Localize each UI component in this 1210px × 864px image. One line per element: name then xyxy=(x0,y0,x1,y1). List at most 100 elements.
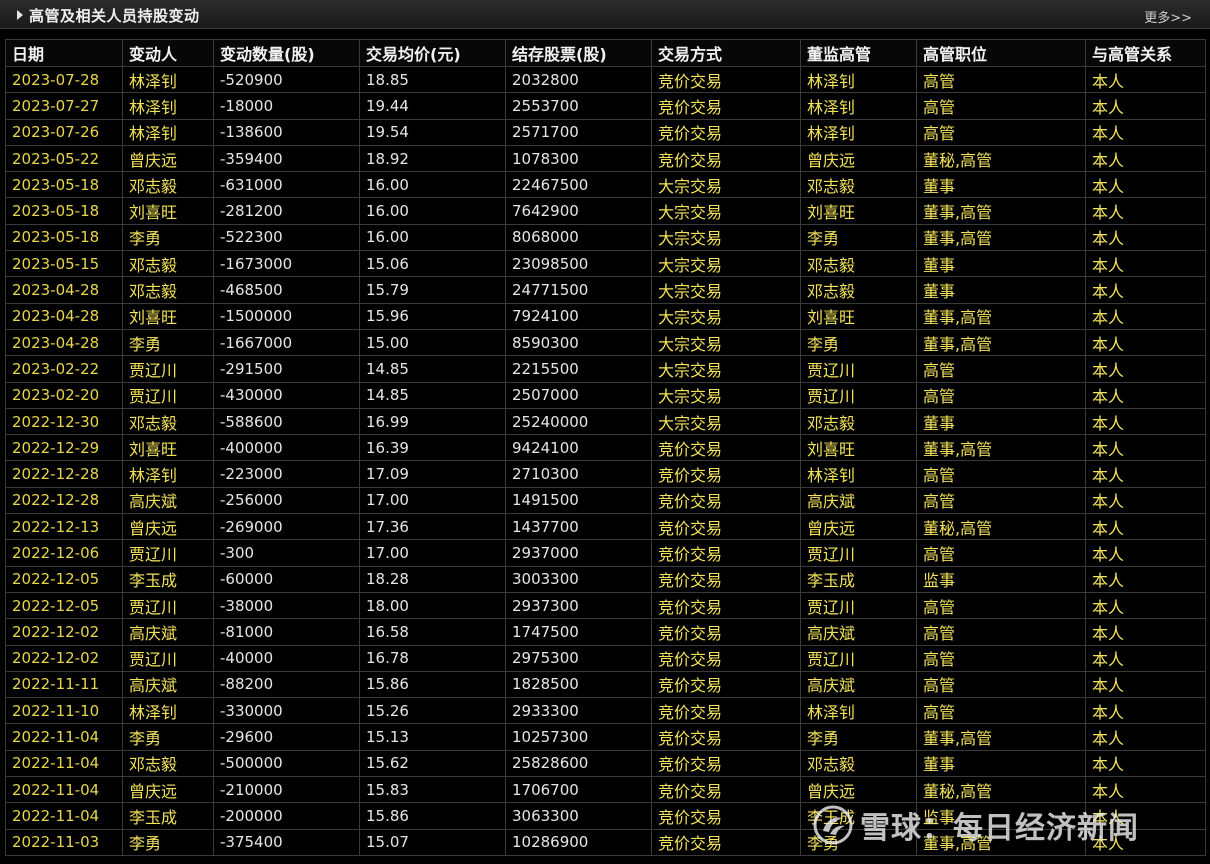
expand-arrow-icon[interactable] xyxy=(17,10,23,20)
cell-executive: 高庆斌 xyxy=(800,670,917,699)
cell-executive: 李勇 xyxy=(800,723,917,751)
cell-relation: 本人 xyxy=(1085,460,1206,488)
cell-trade-method: 竞价交易 xyxy=(651,644,801,672)
col-header-changer[interactable]: 变动人 xyxy=(122,39,214,67)
cell-trade-method: 大宗交易 xyxy=(651,197,801,225)
table-row[interactable]: 2023-07-27 林泽钊 -18000 19.44 2553700 竞价交易 林泽钊 高管… xyxy=(5,92,1206,120)
table-row[interactable]: 2022-12-06 贾辽川 -300 17.00 2937000 竞价交易 贾辽川 高管 本人 xyxy=(5,539,1206,567)
cell-relation: 本人 xyxy=(1085,565,1206,593)
cell-position: 高管 xyxy=(916,460,1086,488)
table-row[interactable]: 2022-11-04 李勇 -29600 15.13 10257300 竞价交易 李勇 董事,… xyxy=(5,723,1206,751)
cell-executive: 邓志毅 xyxy=(800,171,917,199)
table-row[interactable]: 2023-04-28 刘喜旺 -1500000 15.96 7924100 大宗交易 刘喜旺… xyxy=(5,302,1206,330)
table-row[interactable]: 2023-04-28 李勇 -1667000 15.00 8590300 大宗交易 李勇 董事… xyxy=(5,328,1206,357)
cell-position: 董事,高管 xyxy=(916,197,1086,225)
table-row[interactable]: 2023-07-28 林泽钊 -520900 18.85 2032800 竞价交易 林泽钊高… xyxy=(5,65,1206,94)
cell-avg-price: 19.44 xyxy=(359,92,506,120)
cell-date: 2022-11-10 xyxy=(5,697,123,725)
table-row[interactable]: 2022-12-05 贾辽川 -38000 18.00 2937300 竞价交易 贾辽川 高管… xyxy=(5,591,1206,620)
table-row[interactable]: 2023-05-18 刘喜旺 -281200 16.00 7642900 大宗交易 刘喜旺董… xyxy=(5,197,1206,225)
table-row[interactable]: 2022-12-28 高庆斌 -256000 17.00 1491500 竞价交易 高庆斌高… xyxy=(5,486,1206,515)
cell-avg-price: 19.54 xyxy=(359,118,506,146)
cell-avg-price: 15.86 xyxy=(359,802,506,830)
cell-change-qty: -269000 xyxy=(213,513,360,541)
cell-change-qty: -81000 xyxy=(213,618,360,646)
col-header-avg-price[interactable]: 交易均价(元) xyxy=(359,39,506,67)
cell-avg-price: 17.00 xyxy=(359,486,506,515)
cell-avg-price: 15.83 xyxy=(359,776,506,804)
cell-remaining-shares: 2933300 xyxy=(505,697,652,725)
cell-changer: 刘喜旺 xyxy=(122,434,214,462)
cell-avg-price: 16.39 xyxy=(359,434,506,462)
table-row[interactable]: 2023-05-18 李勇 -522300 16.00 8068000 大宗交易 李勇 董事,… xyxy=(5,223,1206,252)
table-row[interactable]: 2023-02-22 贾辽川 -291500 14.85 2215500 大宗交易 贾辽川高… xyxy=(5,355,1206,383)
col-header-change-qty[interactable]: 变动数量(股) xyxy=(213,39,360,67)
cell-trade-method: 大宗交易 xyxy=(651,250,801,278)
cell-change-qty: -631000 xyxy=(213,171,360,199)
table-row[interactable]: 2023-05-22 曾庆远 -359400 18.92 1078300 竞价交易 曾庆远董… xyxy=(5,144,1206,173)
table-row[interactable]: 2022-12-29 刘喜旺 -400000 16.39 9424100 竞价交易 刘喜旺董… xyxy=(5,434,1206,462)
cell-trade-method: 竞价交易 xyxy=(651,591,801,620)
table-row[interactable]: 2022-12-13 曾庆远 -269000 17.36 1437700 竞价交易 曾庆远董… xyxy=(5,513,1206,541)
col-header-remaining-shares[interactable]: 结存股票(股) xyxy=(505,39,652,67)
cell-change-qty: -522300 xyxy=(213,223,360,252)
table-row[interactable]: 2022-11-04 曾庆远 -210000 15.83 1706700 竞价交易 曾庆远董… xyxy=(5,776,1206,804)
cell-relation: 本人 xyxy=(1085,670,1206,699)
cell-remaining-shares: 22467500 xyxy=(505,171,652,199)
table-row[interactable]: 2023-02-20 贾辽川 -430000 14.85 2507000 大宗交易 贾辽川高… xyxy=(5,381,1206,409)
more-link[interactable]: 更多>> xyxy=(1144,7,1192,26)
col-header-executive[interactable]: 董监高管 xyxy=(800,39,917,67)
table-row[interactable]: 2023-07-26 林泽钊 -138600 19.54 2571700 竞价交易 林泽钊高… xyxy=(5,118,1206,146)
cell-changer: 邓志毅 xyxy=(122,250,214,278)
cell-relation: 本人 xyxy=(1085,381,1206,409)
cell-position: 监事 xyxy=(916,565,1086,593)
cell-avg-price: 17.00 xyxy=(359,539,506,567)
cell-remaining-shares: 3003300 xyxy=(505,565,652,593)
cell-changer: 林泽钊 xyxy=(122,118,214,146)
cell-change-qty: -300 xyxy=(213,539,360,567)
cell-trade-method: 大宗交易 xyxy=(651,381,801,409)
col-header-trade-method[interactable]: 交易方式 xyxy=(651,39,801,67)
table-row[interactable]: 2022-11-04 邓志毅 -500000 15.62 25828600 竞价交易 邓志毅… xyxy=(5,749,1206,778)
cell-change-qty: -588600 xyxy=(213,407,360,436)
cell-remaining-shares: 7924100 xyxy=(505,302,652,330)
cell-date: 2023-04-28 xyxy=(5,328,123,357)
cell-executive: 贾辽川 xyxy=(800,644,917,672)
cell-date: 2022-12-28 xyxy=(5,486,123,515)
table-row[interactable]: 2023-05-15 邓志毅 -1673000 15.06 23098500 大宗交易 邓志… xyxy=(5,250,1206,278)
cell-position: 高管 xyxy=(916,92,1086,120)
table-row[interactable]: 2022-12-02 贾辽川 -40000 16.78 2975300 竞价交易 贾辽川 高管… xyxy=(5,644,1206,672)
col-header-relation[interactable]: 与高管关系 xyxy=(1085,39,1206,67)
cell-change-qty: -400000 xyxy=(213,434,360,462)
cell-changer: 李玉成 xyxy=(122,802,214,830)
table-row[interactable]: 2022-11-10 林泽钊 -330000 15.26 2933300 竞价交易 林泽钊高… xyxy=(5,697,1206,725)
col-header-date[interactable]: 日期 xyxy=(5,39,123,67)
cell-date: 2023-05-18 xyxy=(5,197,123,225)
table-row[interactable]: 2022-11-11 高庆斌 -88200 15.86 1828500 竞价交易 高庆斌 高管… xyxy=(5,670,1206,699)
table-row[interactable]: 2022-12-28 林泽钊 -223000 17.09 2710300 竞价交易 林泽钊高… xyxy=(5,460,1206,488)
cell-relation: 本人 xyxy=(1085,723,1206,751)
cell-changer: 林泽钊 xyxy=(122,65,214,94)
cell-position: 董秘,高管 xyxy=(916,776,1086,804)
cell-avg-price: 16.78 xyxy=(359,644,506,672)
table-row[interactable]: 2022-12-02 高庆斌 -81000 16.58 1747500 竞价交易 高庆斌 高管… xyxy=(5,618,1206,646)
cell-executive: 高庆斌 xyxy=(800,618,917,646)
cell-position: 高管 xyxy=(916,539,1086,567)
table-row[interactable]: 2023-04-28 邓志毅 -468500 15.79 24771500 大宗交易 邓志毅… xyxy=(5,276,1206,304)
cell-avg-price: 15.96 xyxy=(359,302,506,330)
cell-remaining-shares: 9424100 xyxy=(505,434,652,462)
cell-changer: 曾庆远 xyxy=(122,144,214,173)
table-row[interactable]: 2023-05-18 邓志毅 -631000 16.00 22467500 大宗交易 邓志毅… xyxy=(5,171,1206,199)
cell-trade-method: 竞价交易 xyxy=(651,749,801,778)
cell-relation: 本人 xyxy=(1085,776,1206,804)
cell-changer: 李勇 xyxy=(122,223,214,252)
table-row[interactable]: 2022-12-05 李玉成 -60000 18.28 3003300 竞价交易 李玉成 监事… xyxy=(5,565,1206,593)
cell-trade-method: 竞价交易 xyxy=(651,65,801,94)
cell-avg-price: 15.26 xyxy=(359,697,506,725)
cell-changer: 李勇 xyxy=(122,328,214,357)
cell-changer: 李勇 xyxy=(122,828,214,856)
cell-remaining-shares: 8590300 xyxy=(505,328,652,357)
cell-executive: 刘喜旺 xyxy=(800,302,917,330)
table-row[interactable]: 2022-12-30 邓志毅 -588600 16.99 25240000 大宗交易 邓志毅… xyxy=(5,407,1206,436)
col-header-position[interactable]: 高管职位 xyxy=(916,39,1086,67)
